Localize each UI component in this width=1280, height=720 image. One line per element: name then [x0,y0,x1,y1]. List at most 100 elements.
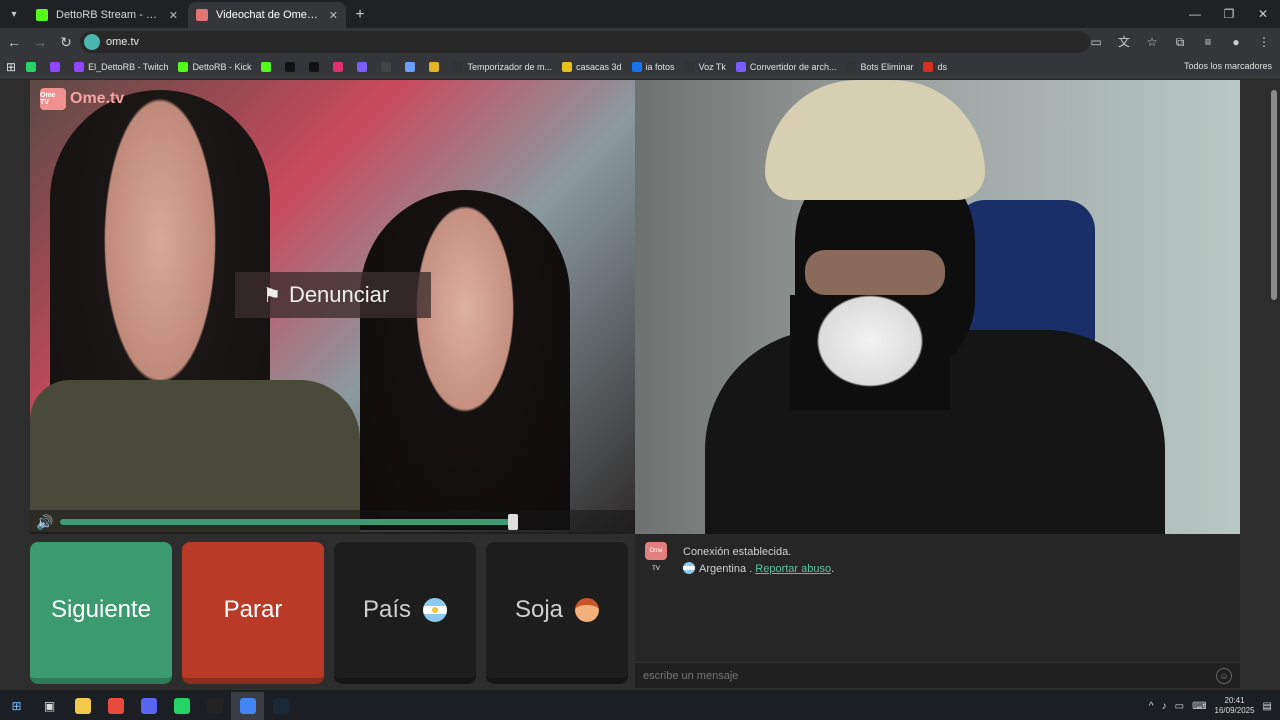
app-glyph-icon [74,698,91,714]
message-input[interactable] [643,669,1203,682]
taskbar-app-icon[interactable] [198,692,231,720]
page-scrollbar[interactable] [1268,78,1280,690]
bookmark-favicon-icon [357,61,368,72]
volume-tray-icon[interactable]: ♪ [1162,701,1167,712]
tab-dettorb-stream[interactable]: DettoRB Stream - Watch Live o ✕ [28,2,186,28]
bookmark-item[interactable]: El_DettoRB - Twitch [74,61,168,72]
site-info-icon[interactable] [84,34,100,50]
network-icon[interactable]: ▭ [1175,701,1184,712]
taskbar-app-icon[interactable] [231,692,264,720]
self-cap [765,80,985,200]
self-video [635,80,1240,534]
bookmark-item[interactable] [50,61,64,72]
profile-avatar-icon[interactable]: ● [1226,32,1246,52]
report-abuse-link[interactable]: Reportar abuso [755,563,831,575]
back-icon[interactable]: ← [2,34,26,50]
taskbar-app-icon[interactable] [99,692,132,720]
tab-title: Videochat de OmeTV: una [216,9,323,21]
language-icon[interactable]: ⌨ [1192,701,1206,712]
bookmark-item[interactable] [261,61,275,72]
scroll-thumb[interactable] [1271,90,1277,300]
bookmark-favicon-icon [735,61,746,72]
media-control-icon[interactable]: ≡ [1198,32,1218,52]
argentina-flag-icon [423,598,448,622]
report-button[interactable]: ⚑ Denunciar [235,272,431,318]
speaker-icon[interactable]: 🔊 [30,514,60,531]
bookmark-item[interactable] [405,61,419,72]
bookmark-item[interactable] [333,61,347,72]
clock[interactable]: 20:41 16/09/2025 [1215,696,1255,716]
report-label: Denunciar [288,282,390,307]
apps-grid-icon[interactable]: ⊞ [6,60,16,74]
tray-chevron-icon[interactable]: ^ [1149,701,1154,712]
emoji-icon[interactable]: ☺ [1216,668,1232,684]
translate-icon[interactable]: 文 [1114,32,1134,52]
bookmark-favicon-icon [429,61,440,72]
taskbar-app-icon[interactable] [165,692,198,720]
bookmark-item[interactable] [357,61,371,72]
tab-search-icon[interactable]: ▾ [0,0,28,28]
ometv-favicon-icon [196,9,208,21]
taskbar-app-icon[interactable] [66,692,99,720]
bookmark-favicon-icon [50,61,61,72]
menu-kebab-icon[interactable]: ⋮ [1254,32,1274,52]
bookmark-item[interactable]: Bots Eliminar [846,61,913,72]
bookmark-item[interactable]: DettoRB - Kick [178,61,251,72]
bookmark-favicon-icon [26,61,37,72]
app-glyph-icon [239,698,256,714]
country-filter-button[interactable]: País [334,542,476,684]
close-window-icon[interactable]: ✕ [1246,0,1280,28]
bookmark-item[interactable] [309,61,323,72]
taskbar-app-icon[interactable] [132,692,165,720]
bookmark-star-icon[interactable]: ☆ [1142,32,1162,52]
next-button[interactable]: Siguiente [30,542,172,684]
bookmark-item[interactable] [285,61,299,72]
taskbar-app-icon[interactable] [264,692,297,720]
stop-button[interactable]: Parar [182,542,324,684]
period: . [831,563,835,575]
task-view-icon[interactable]: ▣ [33,692,66,720]
volume-knob[interactable] [508,514,519,530]
cast-icon[interactable]: ▭ [1086,32,1106,52]
restore-icon[interactable]: ❐ [1212,0,1246,28]
bookmark-item[interactable]: Convertidor de arch... [735,61,836,72]
bookmark-favicon-icon [74,61,85,72]
separator: . [746,563,756,575]
bookmark-label: Temporizador de m... [467,61,552,72]
tab-title: DettoRB Stream - Watch Live o [56,9,163,21]
volume-slider[interactable] [60,514,519,530]
bookmark-item[interactable] [381,61,395,72]
bookmark-favicon-icon [923,61,934,72]
address-bar[interactable]: ome.tv [80,31,1090,53]
start-icon[interactable]: ⊞ [0,692,33,720]
window-controls: — ❐ ✕ [1178,0,1280,28]
forward-icon[interactable]: → [28,34,52,50]
bookmark-item[interactable] [429,61,443,72]
boy-emoji-icon [575,598,600,622]
windows-taskbar: ⊞ ▣ ^ ♪ ▭ ⌨ 20:41 16/09/2025 ▤ [0,692,1280,720]
minimize-icon[interactable]: — [1178,0,1212,28]
all-bookmarks-folder[interactable]: Todos los marcadores [1184,61,1272,71]
bookmark-label: ds [937,61,947,72]
close-tab-icon[interactable]: ✕ [329,9,338,22]
tab-ometv[interactable]: Videochat de OmeTV: una ✕ [188,2,346,28]
new-tab-button[interactable]: + [348,2,372,28]
url-text: ome.tv [106,36,140,48]
extensions-icon[interactable]: ⧉ [1170,32,1190,52]
bookmark-item[interactable]: ds [923,61,947,72]
close-tab-icon[interactable]: ✕ [169,9,178,22]
reload-icon[interactable]: ↻ [54,34,78,51]
notifications-icon[interactable]: ▤ [1263,701,1272,712]
bookmark-item[interactable]: casacas 3d [562,61,622,72]
gender-filter-button[interactable]: Soja [486,542,628,684]
app-glyph-icon [140,698,157,714]
bookmark-item[interactable]: Temporizador de m... [453,61,552,72]
bookmark-favicon-icon [381,61,392,72]
taskbar-apps [66,692,297,720]
bookmark-item[interactable] [26,61,40,72]
bookmarks-bar: ⊞ El_DettoRB - Twitch DettoRB - Kick Tempo… [0,56,1280,78]
bookmark-item[interactable]: Voz Tk [684,61,726,72]
stranger-video: Ome TV Ome.tv ⚑ Denunciar [30,80,635,532]
bookmark-item[interactable]: ia fotos [631,61,675,72]
volume-fill [60,519,514,525]
